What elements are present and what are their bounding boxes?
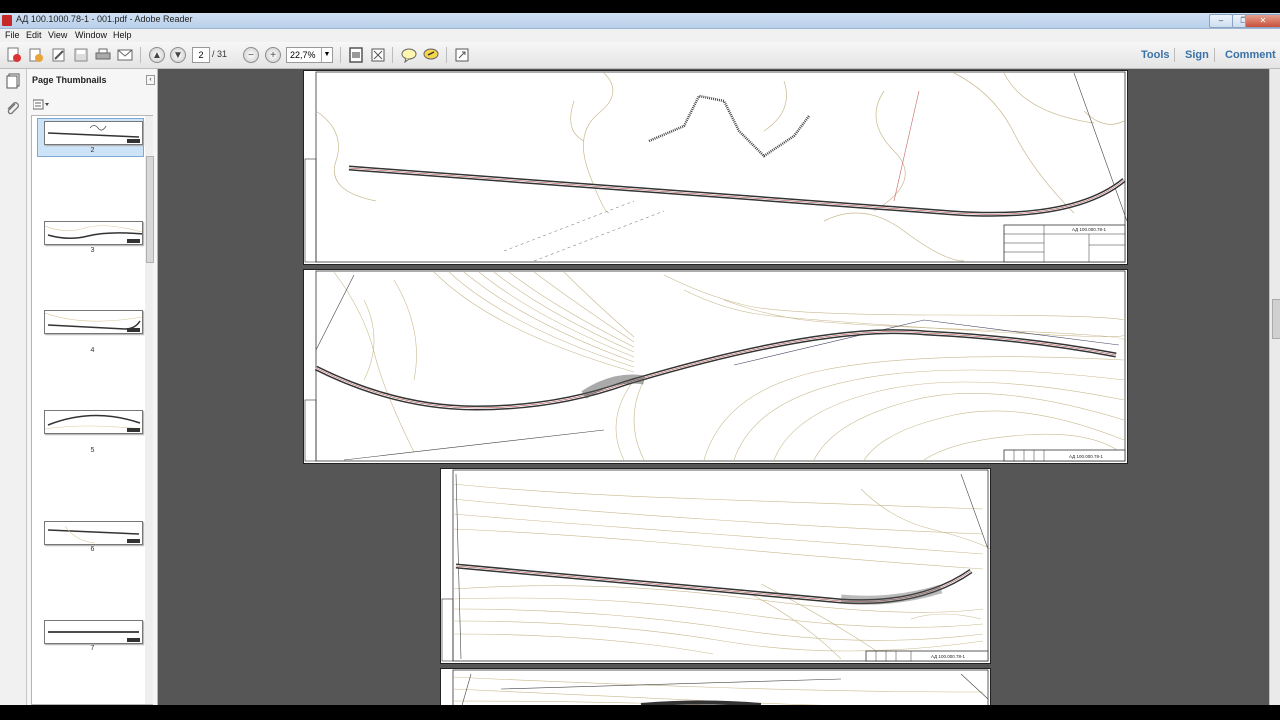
page-thumbnails-icon[interactable] [5, 73, 21, 89]
thumbnail-options-icon[interactable] [32, 99, 51, 110]
thumbnail-page-3[interactable] [44, 221, 143, 245]
email-icon[interactable] [116, 46, 134, 64]
attachments-icon[interactable] [5, 101, 21, 117]
document-scrollbar[interactable] [1269, 69, 1280, 705]
expand-icon[interactable] [453, 46, 471, 64]
chevron-down-icon[interactable]: ▼ [321, 48, 332, 62]
document-page-4: АД 100.000.78-1 [440, 468, 991, 664]
combine-icon[interactable] [27, 46, 45, 64]
adobe-reader-window: АД 100.1000.78-1 - 001.pdf - Adobe Reade… [0, 0, 1280, 720]
comment-bubble-icon[interactable] [400, 46, 418, 64]
close-button[interactable]: ✕ [1245, 14, 1280, 28]
toolbar-separator [392, 47, 393, 63]
title-block [865, 650, 989, 662]
toolbar: ▲ ▼ 2 / 31 − + 22,7% ▼ Tools Sign Commen… [0, 42, 1280, 69]
document-page-2: АД 100.000.78-1 [303, 70, 1128, 265]
thumbnail-page-7[interactable] [44, 620, 143, 644]
comment-link[interactable]: Comment [1225, 49, 1276, 61]
minimize-button[interactable]: – [1209, 14, 1233, 28]
toolbar-separator [1214, 48, 1215, 62]
document-page-5 [440, 668, 991, 705]
fit-page-icon[interactable] [347, 46, 365, 64]
thumbnail-label: 4 [90, 347, 95, 354]
edit-icon[interactable] [50, 46, 68, 64]
scrollbar-thumb[interactable] [1272, 299, 1280, 339]
drawing-sheet-3: АД 100.000.78-1 [304, 270, 1126, 462]
create-pdf-icon[interactable] [5, 46, 23, 64]
thumbnail-list: 2 3 4 5 6 7 [31, 115, 154, 705]
thumbnail-page-4[interactable] [44, 310, 143, 334]
drawing-sheet-2: АД 100.000.78-1 [304, 71, 1127, 263]
full-screen-icon[interactable] [369, 46, 387, 64]
thumbnail-label: 5 [90, 447, 95, 454]
collapse-panel-icon[interactable]: ‹ [146, 75, 155, 85]
title-block-code: АД 100.000.78-1 [931, 654, 965, 659]
print-icon[interactable] [94, 46, 112, 64]
menu-file[interactable]: File [5, 30, 20, 40]
page-total-label: / 31 [212, 49, 228, 59]
tools-link[interactable]: Tools [1141, 49, 1170, 61]
menu-edit[interactable]: Edit [26, 30, 42, 40]
zoom-value: 22,7% [290, 50, 316, 60]
page-thumbnails-panel: Page Thumbnails ‹ 2 3 4 5 6 7 [27, 69, 158, 705]
document-page-3: АД 100.000.78-1 [303, 269, 1128, 464]
panel-title: Page Thumbnails [32, 75, 107, 85]
drawing-sheet-5 [452, 669, 989, 705]
previous-page-icon[interactable]: ▲ [149, 47, 165, 63]
zoom-out-icon[interactable]: − [243, 47, 259, 63]
thumbnail-page-5[interactable] [44, 410, 143, 434]
next-page-icon[interactable]: ▼ [170, 47, 186, 63]
toolbar-separator [140, 47, 141, 63]
menu-view[interactable]: View [48, 30, 67, 40]
title-block-code: АД 100.000.78-1 [1072, 227, 1106, 232]
title-bar: АД 100.1000.78-1 - 001.pdf - Adobe Reade… [0, 13, 1280, 29]
menu-window[interactable]: Window [75, 30, 107, 40]
toolbar-separator [340, 47, 341, 63]
navigation-strip [0, 69, 27, 705]
highlight-icon[interactable] [422, 46, 440, 64]
drawing-sheet-4: АД 100.000.78-1 [441, 469, 990, 662]
thumbnail-scrollbar[interactable] [145, 116, 154, 704]
menu-bar: File Edit View Window Help [0, 29, 1280, 42]
thumbnail-page-2[interactable] [44, 121, 143, 145]
document-view[interactable]: АД 100.000.78-1 АД 100.000.78-1 АД 100.0… [158, 69, 1269, 705]
thumbnail-page-6[interactable] [44, 521, 143, 545]
window-title: АД 100.1000.78-1 - 001.pdf - Adobe Reade… [16, 14, 193, 24]
page-number-input[interactable]: 2 [192, 47, 210, 63]
zoom-in-icon[interactable]: + [265, 47, 281, 63]
zoom-select[interactable]: 22,7% ▼ [286, 47, 333, 63]
title-block [1003, 449, 1126, 462]
toolbar-separator [446, 47, 447, 63]
thumbnail-label: 2 [90, 147, 95, 154]
save-icon[interactable] [72, 46, 90, 64]
title-block [1003, 224, 1126, 263]
scrollbar-thumb[interactable] [146, 156, 154, 263]
thumbnail-label: 6 [90, 546, 95, 553]
title-block-code: АД 100.000.78-1 [1069, 454, 1103, 459]
pdf-app-icon [2, 15, 12, 26]
bottom-border [0, 705, 1280, 720]
thumbnail-label: 3 [90, 247, 95, 254]
thumbnail-label: 7 [90, 645, 95, 652]
menu-help[interactable]: Help [113, 30, 132, 40]
sign-link[interactable]: Sign [1185, 49, 1209, 61]
toolbar-separator [1174, 48, 1175, 62]
